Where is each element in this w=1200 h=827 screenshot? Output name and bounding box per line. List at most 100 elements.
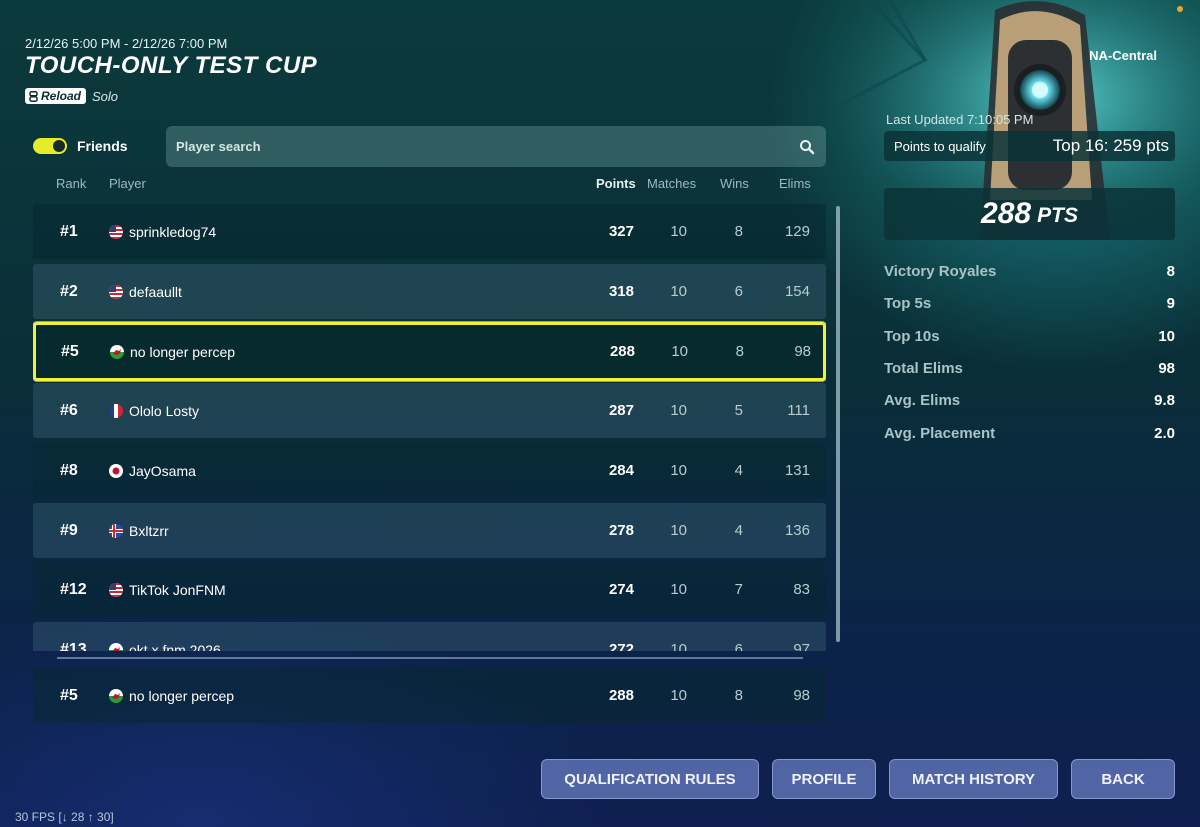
table-row[interactable]: #12 TikTok JonFNM 274 10 7 83: [33, 562, 826, 617]
row-player: no longer percep: [109, 668, 234, 723]
reload-badge-label: Reload: [41, 89, 82, 103]
row-matches: 10: [670, 687, 687, 704]
japan-flag-icon: [109, 463, 123, 478]
column-header-wins: Wins: [720, 176, 749, 191]
row-elims: 154: [784, 283, 810, 300]
table-row[interactable]: #8 JayOsama 284 10 4 131: [33, 443, 826, 498]
row-matches: 10: [670, 462, 687, 479]
row-matches: 10: [670, 402, 687, 419]
leaderboard-scrollbar[interactable]: [836, 206, 840, 642]
event-mode: Reload Solo: [25, 88, 118, 104]
us-flag-icon: [109, 582, 123, 597]
column-header-rank: Rank: [56, 176, 87, 191]
row-elims: 98: [794, 343, 811, 360]
back-button[interactable]: BACK: [1071, 759, 1175, 799]
row-points: 288: [608, 687, 634, 704]
divider: [57, 657, 803, 659]
table-row[interactable]: #1 sprinkledog74 327 10 8 129: [33, 204, 826, 259]
row-player: okt x fnm 2026: [109, 622, 221, 651]
row-player: TikTok JonFNM: [109, 562, 226, 617]
region-label: NA-Central: [1089, 48, 1157, 63]
stat-value: 98: [1158, 360, 1175, 377]
row-player: Bxltzrr: [109, 503, 169, 558]
row-player: defaaullt: [109, 264, 182, 319]
total-points: 288: [981, 197, 1032, 230]
row-matches: 10: [670, 522, 687, 539]
row-wins: 5: [734, 402, 743, 419]
row-player: no longer percep: [110, 325, 235, 378]
row-points: 288: [609, 343, 635, 360]
row-player: sprinkledog74: [109, 204, 216, 259]
stat-value: 9: [1166, 295, 1175, 312]
row-wins: 8: [734, 687, 743, 704]
row-rank: #8: [60, 461, 78, 479]
stat-value: 2.0: [1154, 425, 1175, 442]
mode-type: Solo: [92, 88, 119, 104]
total-points-box: 288 PTS: [884, 188, 1175, 240]
row-points: 318: [608, 283, 634, 300]
row-rank: #5: [60, 686, 78, 704]
row-elims: 136: [784, 522, 810, 539]
row-wins: 8: [735, 343, 744, 360]
row-rank: #5: [61, 342, 79, 360]
search-placeholder: Player search: [176, 139, 261, 154]
points-to-qualify: Points to qualify Top 16: 259 pts: [884, 131, 1175, 161]
column-header-matches: Matches: [647, 176, 697, 191]
row-elims: 98: [793, 687, 810, 704]
toggle-switch[interactable]: [33, 138, 67, 154]
stat-row: Avg. Elims 9.8: [884, 392, 1175, 409]
table-row[interactable]: #6 Ololo Losty 287 10 5 111: [33, 383, 826, 438]
row-rank: #6: [60, 401, 78, 419]
scrollbar-thumb[interactable]: [836, 206, 840, 642]
reload-badge: Reload: [25, 88, 87, 104]
match-history-button[interactable]: MATCH HISTORY: [889, 759, 1058, 799]
friends-toggle[interactable]: Friends: [33, 138, 128, 154]
stat-label: Avg. Placement: [884, 425, 996, 442]
table-row[interactable]: #9 Bxltzrr 278 10 4 136: [33, 503, 826, 558]
row-rank: #12: [60, 580, 87, 598]
stat-row: Total Elims 98: [884, 360, 1175, 377]
event-date-range: 2/12/26 5:00 PM - 2/12/26 7:00 PM: [25, 36, 228, 51]
wales-flag-icon: [109, 642, 123, 651]
stat-row: Top 10s 10: [884, 328, 1175, 345]
player-name: JayOsama: [129, 462, 196, 479]
player-search-input[interactable]: Player search: [166, 126, 826, 167]
row-elims: 83: [793, 581, 810, 598]
search-icon[interactable]: [798, 138, 816, 156]
stat-value: 8: [1166, 263, 1175, 280]
event-title: TOUCH-ONLY TEST CUP: [25, 52, 318, 79]
row-matches: 10: [671, 343, 688, 360]
wales-flag-icon: [109, 688, 123, 703]
qualify-label: Points to qualify: [894, 138, 986, 154]
player-name: okt x fnm 2026: [129, 641, 221, 652]
row-matches: 10: [670, 581, 687, 598]
player-name: defaaullt: [129, 283, 182, 300]
total-points-unit: PTS: [1037, 204, 1078, 227]
france-flag-icon: [109, 403, 123, 418]
row-rank: #13: [60, 640, 87, 652]
profile-button[interactable]: PROFILE: [772, 759, 876, 799]
row-points: 287: [608, 402, 634, 419]
stat-row: Top 5s 9: [884, 295, 1175, 312]
row-wins: 7: [734, 581, 743, 598]
row-elims: 97: [793, 641, 810, 651]
player-name: Bxltzrr: [129, 522, 169, 539]
stat-value: 10: [1158, 328, 1175, 345]
row-elims: 129: [784, 223, 810, 240]
player-name: sprinkledog74: [129, 223, 217, 240]
status-dot: [1177, 6, 1183, 12]
table-row[interactable]: #13 okt x fnm 2026 272 10 6 97: [33, 622, 826, 651]
row-rank: #1: [60, 222, 78, 240]
row-elims: 111: [787, 402, 810, 419]
table-row-current-player[interactable]: #5 no longer percep 288 10 8 98: [33, 322, 826, 381]
table-row[interactable]: #2 defaaullt 318 10 6 154: [33, 264, 826, 319]
leaderboard-table[interactable]: #1 sprinkledog74 327 10 8 129 #2 defaaul…: [33, 204, 826, 651]
player-name: Ololo Losty: [129, 402, 200, 419]
iceland-flag-icon: [109, 523, 123, 538]
qualification-rules-button[interactable]: QUALIFICATION RULES: [541, 759, 759, 799]
row-points: 327: [608, 223, 634, 240]
pinned-current-player-row[interactable]: #5 no longer percep 288 10 8 98: [33, 668, 826, 723]
stat-label: Top 5s: [884, 295, 932, 312]
stat-row: Avg. Placement 2.0: [884, 425, 1175, 442]
player-name: no longer percep: [130, 343, 236, 360]
